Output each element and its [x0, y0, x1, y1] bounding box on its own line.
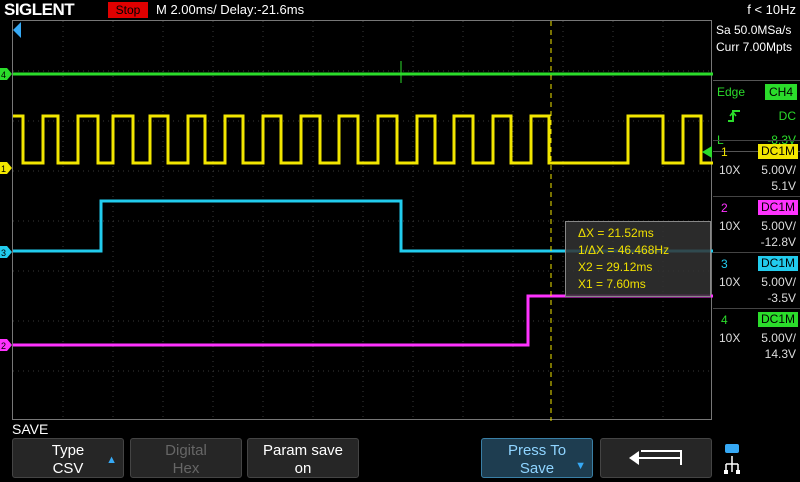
- channel-1-info[interactable]: 1 DC1M 10X 5.00V/ 5.1V: [713, 140, 800, 196]
- channel-coupling: DC1M: [757, 256, 798, 271]
- channel-offset: -12.8V: [760, 235, 796, 249]
- param-save-softkey[interactable]: Param save on: [247, 438, 359, 478]
- channel-coupling: DC1M: [757, 144, 798, 159]
- digital-softkey[interactable]: Digital Hex: [130, 438, 242, 478]
- trigger-coupling: DC: [778, 109, 796, 123]
- channel-2-info[interactable]: 2 DC1M 10X 5.00V/ -12.8V: [713, 196, 800, 252]
- channel-scale: 5.00V/: [761, 219, 796, 233]
- softkey-value: on: [294, 460, 312, 477]
- cursor-x2-value: X2 = 29.12ms: [578, 260, 653, 274]
- type-softkey[interactable]: Type CSV ▲: [12, 438, 124, 478]
- menu-title: SAVE: [12, 421, 49, 437]
- run-stop-status[interactable]: Stop: [108, 2, 148, 18]
- channel-probe: 10X: [719, 163, 741, 177]
- cursor-measurement-box: ΔX = 21.52ms 1/ΔX = 46.468Hz X2 = 29.12m…: [565, 221, 711, 297]
- softkey-label: Digital: [165, 442, 207, 459]
- channel-probe: 10X: [719, 219, 741, 233]
- channel-coupling: DC1M: [757, 200, 798, 215]
- timebase-readout[interactable]: M 2.00ms/ Delay:-21.6ms: [156, 0, 304, 20]
- return-arrow-icon: [629, 450, 682, 465]
- ch2-ground-marker[interactable]: 2: [0, 339, 12, 351]
- channel-number: 3: [721, 257, 728, 271]
- cursor-delta-x: ΔX = 21.52ms: [578, 226, 654, 240]
- rising-edge-icon: [727, 109, 741, 126]
- channel-offset: -3.5V: [767, 291, 796, 305]
- trigger-delay-arrow-icon: [13, 22, 21, 38]
- softkey-value: Hex: [172, 460, 200, 477]
- channel-3-info[interactable]: 3 DC1M 10X 5.00V/ -3.5V: [713, 252, 800, 308]
- ch1-trace: [13, 114, 713, 165]
- channel-4-info[interactable]: 4 DC1M 10X 5.00V/ 14.3V: [713, 308, 800, 364]
- info-panel: Sa 50.0MSa/s Curr 7.00Mpts Edge CH4 DC L…: [713, 20, 800, 420]
- channel-probe: 10X: [719, 275, 741, 289]
- cursor-x1-value: X1 = 7.60ms: [578, 277, 646, 291]
- channel-scale: 5.00V/: [761, 331, 796, 345]
- ch3-ground-marker[interactable]: 3: [0, 246, 12, 258]
- channel-number: 4: [721, 313, 728, 327]
- softkey-label: Param save: [262, 442, 344, 459]
- ch1-ground-marker[interactable]: 1: [0, 162, 12, 174]
- ch4-ground-marker[interactable]: 4: [0, 68, 12, 80]
- trigger-source: CH4: [764, 84, 797, 100]
- channel-coupling: DC1M: [757, 312, 798, 327]
- press-to-save-softkey[interactable]: Press To Save ▼: [481, 438, 593, 478]
- sample-rate: Sa 50.0MSa/s: [716, 23, 792, 37]
- usb-icon: [724, 444, 740, 474]
- cursor-inverse-delta-x: 1/ΔX = 46.468Hz: [578, 243, 670, 257]
- trigger-level-arrow-icon[interactable]: [702, 146, 712, 158]
- channel-offset: 5.1V: [771, 179, 796, 193]
- trigger-type: Edge: [717, 85, 746, 99]
- svg-text:3: 3: [1, 248, 6, 258]
- top-status-bar: SIGLENT Stop M 2.00ms/ Delay:-21.6ms: [0, 0, 712, 20]
- svg-text:1: 1: [1, 164, 6, 174]
- frequency-counter: f < 10Hz: [747, 2, 796, 17]
- channel-probe: 10X: [719, 331, 741, 345]
- channel-scale: 5.00V/: [761, 275, 796, 289]
- svg-text:2: 2: [1, 341, 6, 351]
- waveform-display[interactable]: [12, 20, 713, 421]
- back-button[interactable]: [600, 438, 712, 478]
- arrow-up-icon: ▲: [106, 454, 117, 466]
- channel-offset: 14.3V: [764, 347, 796, 361]
- memory-depth: Curr 7.00Mpts: [716, 40, 793, 54]
- channel-number: 1: [721, 145, 728, 159]
- arrow-down-icon: ▼: [575, 460, 586, 472]
- siglent-logo: SIGLENT: [4, 0, 75, 19]
- channel-number: 2: [721, 201, 728, 215]
- channel-scale: 5.00V/: [761, 163, 796, 177]
- svg-text:4: 4: [1, 70, 6, 80]
